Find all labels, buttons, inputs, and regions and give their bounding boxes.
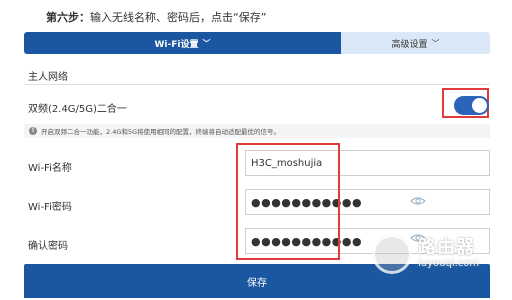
section-title: 主人网络 — [28, 72, 68, 83]
tab-advanced-settings[interactable]: 高级设置 ﹀ — [341, 32, 490, 54]
chevron-down-icon: ﹀ — [202, 38, 211, 48]
chevron-down-icon: ﹀ — [431, 38, 440, 48]
watermark-text: 路由器 luyouqi.com — [418, 238, 479, 270]
site-watermark: 路由器 luyouqi.com — [372, 234, 479, 274]
tab-advanced-label: 高级设置 — [391, 39, 428, 50]
step-prefix: 第六步： — [46, 11, 90, 24]
eye-icon[interactable] — [410, 196, 426, 206]
watermark-url: luyouqi.com — [418, 258, 480, 269]
dual-band-toggle[interactable] — [454, 96, 489, 115]
info-icon: ! — [29, 127, 37, 135]
password-value: ●●●●●●●●●●● — [251, 195, 363, 209]
confirm-password-value: ●●●●●●●●●●● — [251, 234, 363, 248]
ssid-value: H3C_moshujia — [251, 157, 323, 169]
dual-band-notice: ! 开启双频二合一功能，2.4G和5G将使用相同的配置，终端将自动适配最优的信号… — [24, 124, 490, 138]
step-instruction: 第六步：输入无线名称、密码后，点击“保存” — [46, 9, 266, 25]
ssid-label: Wi-Fi名称 — [28, 163, 72, 174]
notice-text: 开启双频二合一功能，2.4G和5G将使用相同的配置，终端将自动适配最优的信号。 — [41, 128, 281, 136]
dual-band-label: 双频(2.4G/5G)二合一 — [28, 104, 127, 115]
watermark-name: 路由器 — [418, 237, 475, 258]
password-input[interactable]: ●●●●●●●●●●● — [245, 189, 490, 215]
save-label: 保存 — [247, 277, 267, 289]
router-logo-icon — [372, 234, 412, 274]
settings-tabs: Wi-Fi设置 ﹀ 高级设置 ﹀ — [24, 32, 490, 54]
password-label: Wi-Fi密码 — [28, 202, 72, 213]
tab-wifi-settings[interactable]: Wi-Fi设置 ﹀ — [24, 32, 341, 54]
step-text: 输入无线名称、密码后，点击“保存” — [90, 11, 267, 24]
ssid-input[interactable]: H3C_moshujia — [245, 150, 490, 176]
tab-wifi-label: Wi-Fi设置 — [154, 39, 199, 50]
divider — [24, 84, 490, 85]
confirm-password-label: 确认密码 — [28, 241, 68, 252]
toggle-knob — [472, 98, 487, 113]
